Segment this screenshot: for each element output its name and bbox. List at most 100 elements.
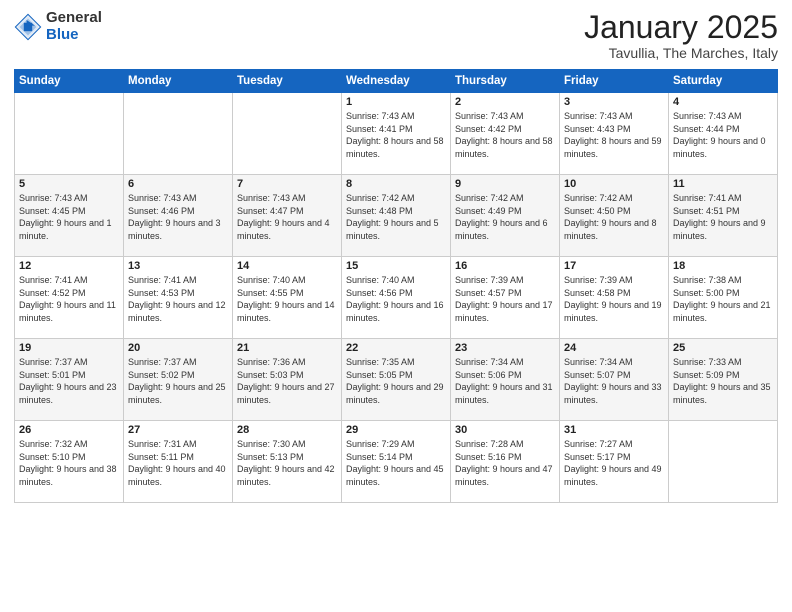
weekday-sunday: Sunday xyxy=(15,70,124,93)
calendar-cell xyxy=(233,93,342,175)
day-number: 6 xyxy=(128,178,228,190)
calendar-cell xyxy=(124,93,233,175)
calendar-body: 1 Sunrise: 7:43 AM Sunset: 4:41 PM Daylig… xyxy=(15,93,778,503)
day-info: Sunrise: 7:41 AM Sunset: 4:52 PM Dayligh… xyxy=(19,274,119,324)
day-info: Sunrise: 7:41 AM Sunset: 4:53 PM Dayligh… xyxy=(128,274,228,324)
day-info: Sunrise: 7:38 AM Sunset: 5:00 PM Dayligh… xyxy=(673,274,773,324)
weekday-wednesday: Wednesday xyxy=(342,70,451,93)
calendar-cell: 24Sunrise: 7:34 AM Sunset: 5:07 PM Dayli… xyxy=(560,339,669,421)
calendar-cell: 14Sunrise: 7:40 AM Sunset: 4:55 PM Dayli… xyxy=(233,257,342,339)
day-info: Sunrise: 7:39 AM Sunset: 4:57 PM Dayligh… xyxy=(455,274,555,324)
weekday-saturday: Saturday xyxy=(669,70,778,93)
calendar-cell: 4 Sunrise: 7:43 AM Sunset: 4:44 PM Daylig… xyxy=(669,93,778,175)
weekday-thursday: Thursday xyxy=(451,70,560,93)
calendar-cell xyxy=(669,421,778,503)
calendar-header: SundayMondayTuesdayWednesdayThursdayFrid… xyxy=(15,70,778,93)
day-number: 17 xyxy=(564,260,664,272)
title-block: January 2025 Tavullia, The Marches, Ital… xyxy=(584,10,778,61)
logo: General Blue xyxy=(14,10,102,43)
calendar-cell: 12 Sunrise: 7:41 AM Sunset: 4:52 PM Dayli… xyxy=(15,257,124,339)
calendar-cell: 3 Sunrise: 7:43 AM Sunset: 4:43 PM Daylig… xyxy=(560,93,669,175)
logo-icon xyxy=(14,13,42,41)
weekday-tuesday: Tuesday xyxy=(233,70,342,93)
calendar-cell: 25 Sunrise: 7:33 AM Sunset: 5:09 PM Dayli… xyxy=(669,339,778,421)
calendar-cell: 5 Sunrise: 7:43 AM Sunset: 4:45 PM Daylig… xyxy=(15,175,124,257)
day-number: 25 xyxy=(673,342,773,354)
day-info: Sunrise: 7:43 AM Sunset: 4:47 PM Dayligh… xyxy=(237,192,337,242)
calendar-cell: 21Sunrise: 7:36 AM Sunset: 5:03 PM Dayli… xyxy=(233,339,342,421)
calendar-cell: 26Sunrise: 7:32 AM Sunset: 5:10 PM Dayli… xyxy=(15,421,124,503)
day-number: 7 xyxy=(237,178,337,190)
day-number: 20 xyxy=(128,342,228,354)
day-info: Sunrise: 7:43 AM Sunset: 4:43 PM Dayligh… xyxy=(564,110,664,160)
calendar-week-row: 19 Sunrise: 7:37 AM Sunset: 5:01 PM Dayli… xyxy=(15,339,778,421)
calendar-cell: 18 Sunrise: 7:38 AM Sunset: 5:00 PM Dayli… xyxy=(669,257,778,339)
day-info: Sunrise: 7:39 AM Sunset: 4:58 PM Dayligh… xyxy=(564,274,664,324)
day-number: 11 xyxy=(673,178,773,190)
calendar-cell: 23 Sunrise: 7:34 AM Sunset: 5:06 PM Dayli… xyxy=(451,339,560,421)
calendar-cell: 27 Sunrise: 7:31 AM Sunset: 5:11 PM Dayli… xyxy=(124,421,233,503)
day-number: 5 xyxy=(19,178,119,190)
day-info: Sunrise: 7:27 AM Sunset: 5:17 PM Dayligh… xyxy=(564,438,664,488)
header: General Blue January 2025 Tavullia, The … xyxy=(14,10,778,61)
day-number: 19 xyxy=(19,342,119,354)
day-number: 16 xyxy=(455,260,555,272)
day-number: 29 xyxy=(346,424,446,436)
calendar-cell: 19 Sunrise: 7:37 AM Sunset: 5:01 PM Dayli… xyxy=(15,339,124,421)
day-info: Sunrise: 7:43 AM Sunset: 4:41 PM Dayligh… xyxy=(346,110,446,160)
day-number: 4 xyxy=(673,96,773,108)
logo-text: General Blue xyxy=(46,10,102,43)
day-number: 13 xyxy=(128,260,228,272)
calendar-cell: 10 Sunrise: 7:42 AM Sunset: 4:50 PM Dayli… xyxy=(560,175,669,257)
day-number: 8 xyxy=(346,178,446,190)
day-number: 28 xyxy=(237,424,337,436)
page: General Blue January 2025 Tavullia, The … xyxy=(0,0,792,612)
day-info: Sunrise: 7:31 AM Sunset: 5:11 PM Dayligh… xyxy=(128,438,228,488)
calendar-cell: 2Sunrise: 7:43 AM Sunset: 4:42 PM Daylig… xyxy=(451,93,560,175)
day-number: 15 xyxy=(346,260,446,272)
logo-blue: Blue xyxy=(46,26,79,43)
calendar-cell: 15Sunrise: 7:40 AM Sunset: 4:56 PM Dayli… xyxy=(342,257,451,339)
calendar-cell xyxy=(15,93,124,175)
calendar-cell: 1 Sunrise: 7:43 AM Sunset: 4:41 PM Daylig… xyxy=(342,93,451,175)
day-info: Sunrise: 7:35 AM Sunset: 5:05 PM Dayligh… xyxy=(346,356,446,406)
day-number: 18 xyxy=(673,260,773,272)
day-number: 3 xyxy=(564,96,664,108)
weekday-header-row: SundayMondayTuesdayWednesdayThursdayFrid… xyxy=(15,70,778,93)
day-info: Sunrise: 7:34 AM Sunset: 5:06 PM Dayligh… xyxy=(455,356,555,406)
day-info: Sunrise: 7:42 AM Sunset: 4:50 PM Dayligh… xyxy=(564,192,664,242)
calendar-cell: 30Sunrise: 7:28 AM Sunset: 5:16 PM Dayli… xyxy=(451,421,560,503)
day-number: 27 xyxy=(128,424,228,436)
calendar-table: SundayMondayTuesdayWednesdayThursdayFrid… xyxy=(14,69,778,503)
day-info: Sunrise: 7:42 AM Sunset: 4:49 PM Dayligh… xyxy=(455,192,555,242)
day-info: Sunrise: 7:41 AM Sunset: 4:51 PM Dayligh… xyxy=(673,192,773,242)
day-info: Sunrise: 7:43 AM Sunset: 4:46 PM Dayligh… xyxy=(128,192,228,242)
calendar-cell: 17 Sunrise: 7:39 AM Sunset: 4:58 PM Dayli… xyxy=(560,257,669,339)
day-info: Sunrise: 7:43 AM Sunset: 4:42 PM Dayligh… xyxy=(455,110,555,160)
day-number: 9 xyxy=(455,178,555,190)
day-number: 10 xyxy=(564,178,664,190)
weekday-friday: Friday xyxy=(560,70,669,93)
calendar-cell: 16 Sunrise: 7:39 AM Sunset: 4:57 PM Dayli… xyxy=(451,257,560,339)
calendar-cell: 6 Sunrise: 7:43 AM Sunset: 4:46 PM Daylig… xyxy=(124,175,233,257)
calendar-cell: 20Sunrise: 7:37 AM Sunset: 5:02 PM Dayli… xyxy=(124,339,233,421)
calendar-week-row: 12 Sunrise: 7:41 AM Sunset: 4:52 PM Dayli… xyxy=(15,257,778,339)
calendar-cell: 7 Sunrise: 7:43 AM Sunset: 4:47 PM Daylig… xyxy=(233,175,342,257)
day-info: Sunrise: 7:43 AM Sunset: 4:44 PM Dayligh… xyxy=(673,110,773,160)
day-number: 23 xyxy=(455,342,555,354)
day-number: 26 xyxy=(19,424,119,436)
day-number: 31 xyxy=(564,424,664,436)
calendar-cell: 8 Sunrise: 7:42 AM Sunset: 4:48 PM Daylig… xyxy=(342,175,451,257)
calendar-cell: 11 Sunrise: 7:41 AM Sunset: 4:51 PM Dayli… xyxy=(669,175,778,257)
day-info: Sunrise: 7:28 AM Sunset: 5:16 PM Dayligh… xyxy=(455,438,555,488)
day-info: Sunrise: 7:33 AM Sunset: 5:09 PM Dayligh… xyxy=(673,356,773,406)
day-number: 12 xyxy=(19,260,119,272)
day-info: Sunrise: 7:37 AM Sunset: 5:01 PM Dayligh… xyxy=(19,356,119,406)
day-info: Sunrise: 7:36 AM Sunset: 5:03 PM Dayligh… xyxy=(237,356,337,406)
weekday-monday: Monday xyxy=(124,70,233,93)
calendar-subtitle: Tavullia, The Marches, Italy xyxy=(584,45,778,61)
logo-general: General xyxy=(46,9,102,26)
day-info: Sunrise: 7:43 AM Sunset: 4:45 PM Dayligh… xyxy=(19,192,119,242)
day-info: Sunrise: 7:42 AM Sunset: 4:48 PM Dayligh… xyxy=(346,192,446,242)
day-number: 1 xyxy=(346,96,446,108)
